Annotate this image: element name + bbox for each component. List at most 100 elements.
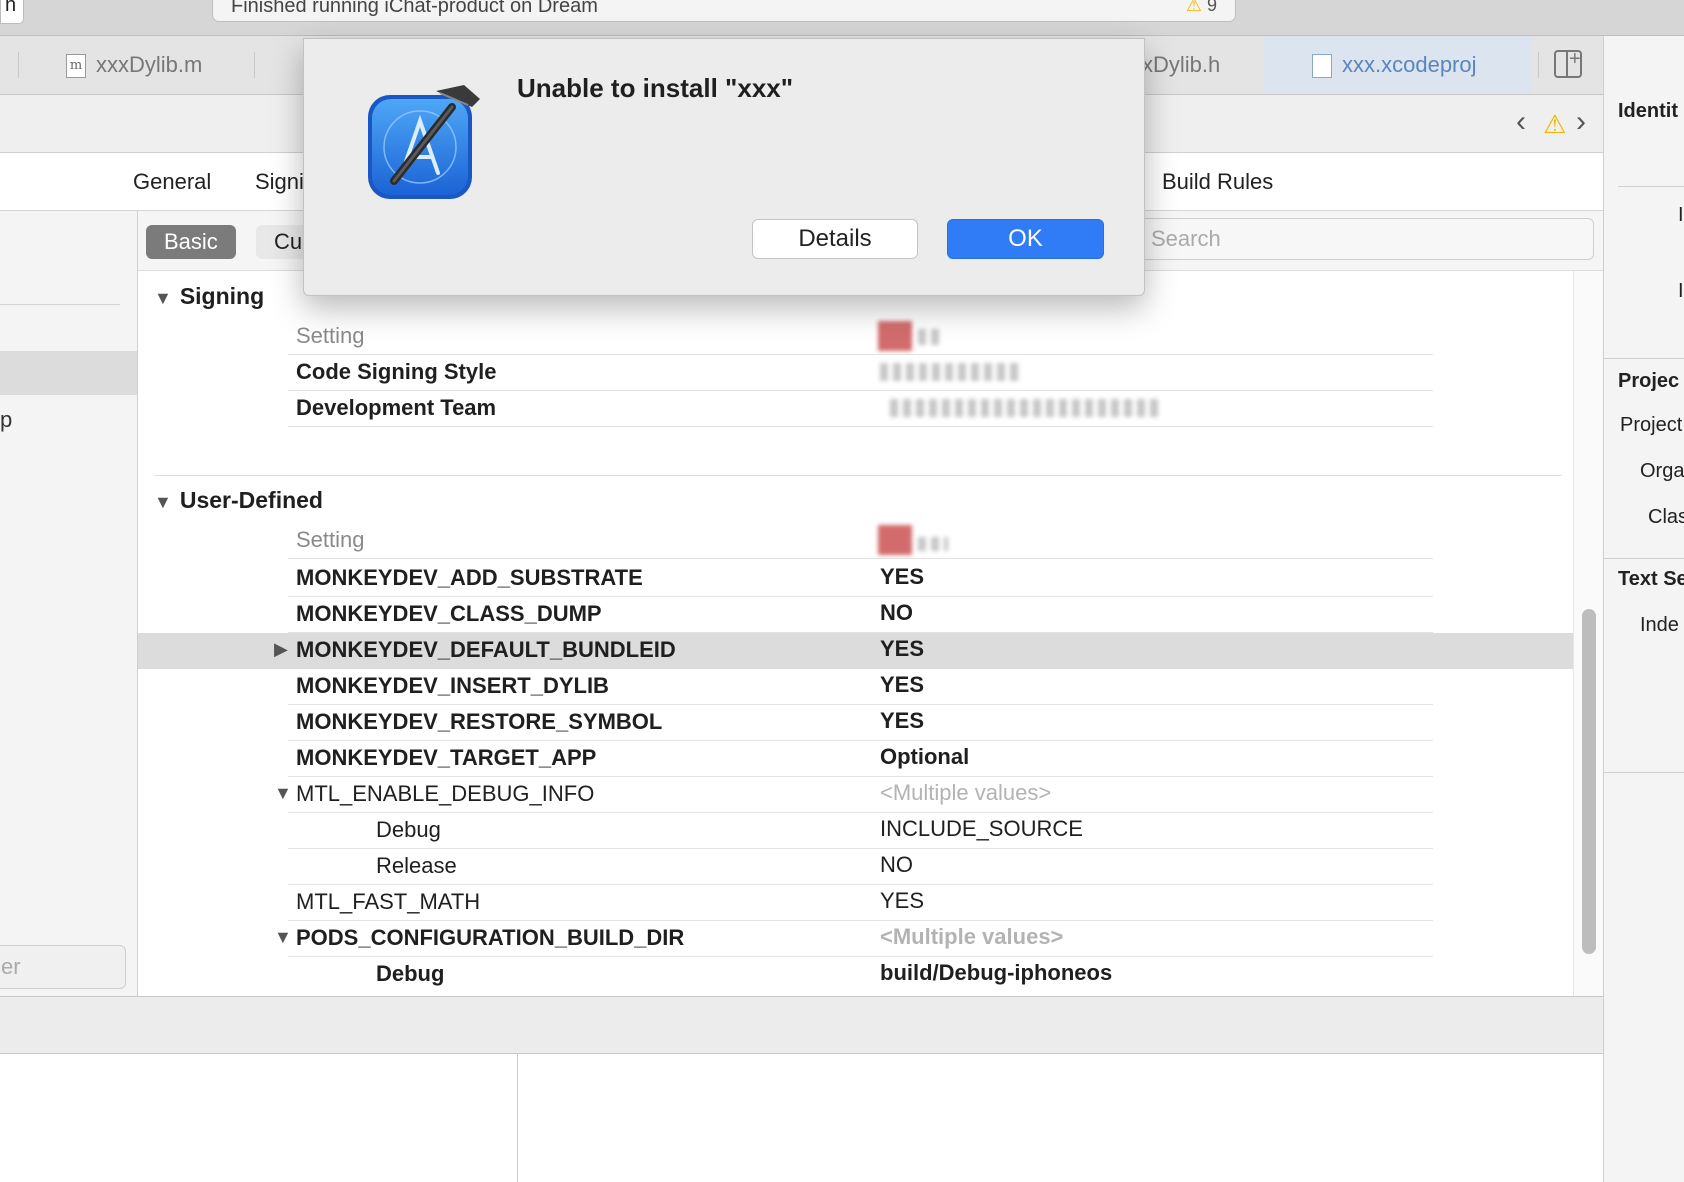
table-row[interactable]: Development Team [138, 391, 1573, 427]
setting-value[interactable]: NO [880, 852, 913, 878]
warning-count: 9 [1206, 0, 1217, 15]
setting-name: MONKEYDEV_TARGET_APP [296, 745, 597, 770]
setting-value[interactable]: INCLUDE_SOURCE [880, 816, 1083, 842]
inspector-divider [1604, 772, 1684, 773]
disclosure-right-icon[interactable]: ▶ [274, 639, 288, 660]
ok-button[interactable]: OK [947, 219, 1104, 259]
setting-value[interactable]: YES [880, 636, 924, 662]
identity-section-title: Identit [1618, 100, 1678, 122]
setting-value[interactable]: Optional [880, 744, 969, 770]
warning-icon[interactable]: ⚠ [1543, 109, 1566, 140]
build-settings-table: ▼ Signing Setting Code Signing Style Deve… [138, 271, 1573, 996]
details-button[interactable]: Details [752, 219, 918, 259]
project-document-section-title: Projec [1618, 370, 1680, 392]
basic-segment[interactable]: Basic [146, 225, 236, 259]
sidebar-filter-input[interactable]: er [0, 945, 126, 989]
warning-icon: ⚠ [1185, 0, 1202, 15]
setting-name: Debug [376, 961, 445, 986]
table-row[interactable]: ▼ MTL_ENABLE_DEBUG_INFO <Multiple values… [138, 777, 1573, 813]
split-editor-icon[interactable]: + [1554, 48, 1582, 78]
group-title: Signing [179, 283, 265, 309]
redacted-value [890, 399, 1162, 417]
organization-label: Orga [1640, 460, 1684, 482]
vertical-scrollbar[interactable] [1573, 271, 1603, 996]
group-title: User-Defined [179, 487, 323, 513]
project-file-icon [1312, 54, 1332, 79]
redacted-target-icon [878, 525, 912, 555]
sidebar-item[interactable]: p [0, 407, 12, 433]
inspector-divider [1604, 358, 1684, 359]
disclosure-down-icon[interactable]: ▼ [154, 492, 172, 513]
tab-signing[interactable]: Signi [255, 153, 304, 211]
setting-value[interactable]: NO [880, 600, 913, 626]
chevron-right-icon[interactable]: › [1576, 105, 1586, 139]
setting-name: Debug [376, 817, 441, 842]
table-row[interactable]: MONKEYDEV_RESTORE_SYMBOL YES [138, 705, 1573, 741]
table-row[interactable]: Release NO [138, 849, 1573, 885]
tab-separator [18, 52, 19, 78]
objc-file-icon: m [66, 54, 86, 79]
signing-group-header[interactable]: ▼ Signing [154, 283, 264, 310]
search-input[interactable]: Search [1136, 218, 1594, 260]
table-row[interactable]: ▼ PODS_CONFIGURATION_BUILD_DIR <Multiple… [138, 921, 1573, 957]
setting-value[interactable]: YES [880, 564, 924, 590]
activity-view: Finished running iChat-product on Dream … [212, 0, 1236, 22]
table-row[interactable]: MONKEYDEV_CLASS_DUMP NO [138, 597, 1573, 633]
disclosure-down-icon[interactable]: ▼ [154, 288, 172, 309]
chevron-left-icon[interactable]: ‹ [1516, 105, 1526, 139]
setting-value[interactable]: YES [880, 672, 924, 698]
plus-glyph: + [1569, 48, 1581, 70]
xcode-hammer-icon [368, 85, 480, 199]
tab-separator [1538, 52, 1539, 78]
tab-xcodeproj[interactable]: xxx.xcodeproj [1264, 36, 1532, 94]
table-row-selected[interactable]: ▶ MONKEYDEV_DEFAULT_BUNDLEID YES [138, 633, 1573, 669]
setting-value[interactable]: YES [880, 888, 924, 914]
setting-value[interactable]: <Multiple values> [880, 780, 1051, 806]
redacted-target-icon [878, 321, 912, 351]
setting-name: MONKEYDEV_ADD_SUBSTRATE [296, 565, 643, 590]
activity-warnings[interactable]: ⚠ 9 [1186, 0, 1217, 16]
setting-name: MONKEYDEV_INSERT_DYLIB [296, 673, 609, 698]
tab-xxxdylib-m[interactable]: m xxxDylib.m [66, 36, 202, 94]
table-row[interactable]: MONKEYDEV_ADD_SUBSTRATE YES [138, 561, 1573, 597]
tab-build-rules[interactable]: Build Rules [1162, 153, 1273, 211]
setting-value[interactable]: <Multiple values> [880, 924, 1063, 950]
scheme-selector-stub[interactable]: n [0, 0, 24, 24]
console-view [518, 1054, 1603, 1182]
inspector-divider [1618, 186, 1684, 187]
table-row[interactable]: MONKEYDEV_TARGET_APP Optional [138, 741, 1573, 777]
disclosure-down-icon[interactable]: ▼ [274, 783, 292, 804]
sidebar-divider [0, 304, 120, 305]
user-defined-group-header[interactable]: ▼ User-Defined [154, 487, 323, 514]
group-divider [154, 475, 1562, 476]
scrollbar-thumb[interactable] [1582, 609, 1596, 954]
setting-name: Release [376, 853, 457, 878]
tab-separator [254, 52, 255, 78]
dialog-title: Unable to install "xxx" [517, 73, 794, 103]
sidebar-selected-target[interactable] [0, 351, 137, 395]
table-header-row: Setting [138, 319, 1573, 355]
tab-general[interactable]: General [133, 153, 211, 211]
tab-xdylib-h[interactable]: xDylib.h [1142, 36, 1220, 94]
inspector-label: I [1678, 280, 1684, 302]
install-error-dialog: Unable to install "xxx" Details OK [303, 38, 1145, 296]
table-row[interactable]: MONKEYDEV_INSERT_DYLIB YES [138, 669, 1573, 705]
table-row[interactable]: Debug build/Debug-iphoneos [138, 957, 1573, 993]
setting-name: MTL_ENABLE_DEBUG_INFO [296, 781, 595, 806]
setting-name: Code Signing Style [296, 359, 497, 384]
setting-name: MONKEYDEV_CLASS_DUMP [296, 601, 602, 626]
row-divider [288, 426, 1433, 427]
inspector-divider [1604, 558, 1684, 559]
setting-value[interactable]: YES [880, 708, 924, 734]
setting-column-header: Setting [296, 323, 365, 348]
table-row[interactable]: MTL_FAST_MATH YES [138, 885, 1573, 921]
targets-sidebar: p er [0, 211, 138, 996]
window-toolbar: n Finished running iChat-product on Drea… [0, 0, 1684, 36]
table-row[interactable]: Code Signing Style [138, 355, 1573, 391]
setting-name: Development Team [296, 395, 497, 420]
debug-bar [0, 996, 1603, 1054]
setting-value[interactable]: build/Debug-iphoneos [880, 960, 1112, 986]
setting-name: MONKEYDEV_RESTORE_SYMBOL [296, 709, 663, 734]
disclosure-down-icon[interactable]: ▼ [274, 927, 292, 948]
table-row[interactable]: Debug INCLUDE_SOURCE [138, 813, 1573, 849]
